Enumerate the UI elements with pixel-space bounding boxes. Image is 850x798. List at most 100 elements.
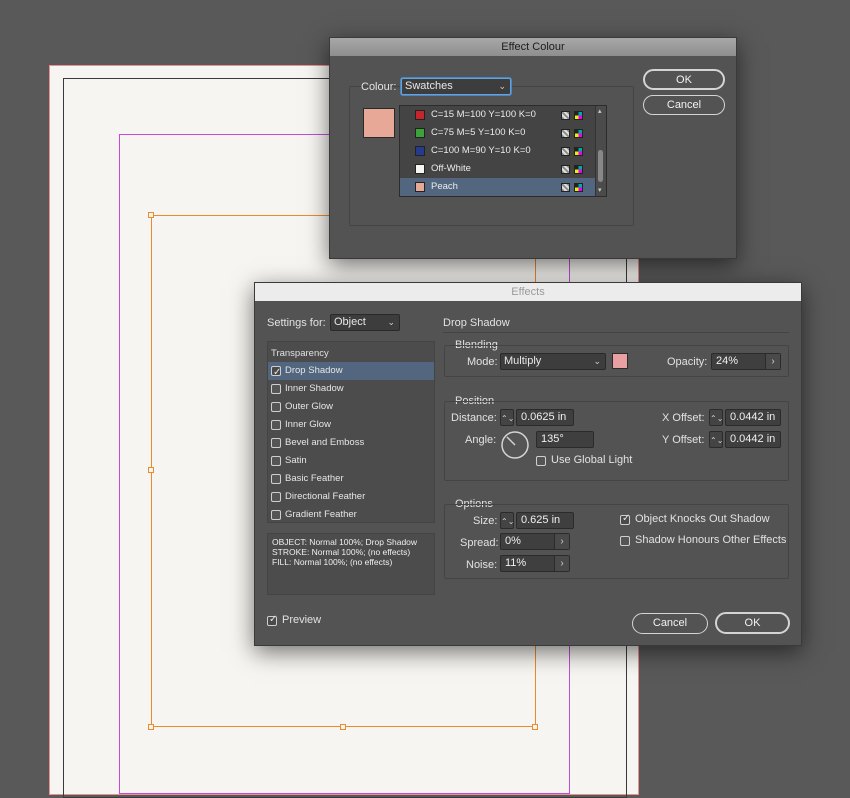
effect-colour-cancel-button[interactable]: Cancel (643, 95, 725, 115)
frame-handle-bottom-left[interactable] (148, 724, 154, 730)
swatch-row[interactable]: Off-White (400, 160, 596, 178)
frame-handle-bottom-middle[interactable] (340, 724, 346, 730)
spread-field[interactable]: 0% › (500, 533, 570, 550)
object-knocks-out-shadow-checkbox[interactable] (620, 513, 630, 525)
colour-source-value: Swatches (405, 80, 453, 92)
effect-item[interactable]: Gradient Feather (268, 506, 434, 524)
noise-label: Noise: (466, 559, 498, 571)
frame-handle-middle-left[interactable] (148, 467, 154, 473)
cmyk-mode-icon (561, 147, 570, 156)
scroll-up-icon[interactable]: ▴ (598, 107, 602, 115)
title-divider (443, 332, 789, 333)
effect-item[interactable]: Drop Shadow (268, 362, 434, 382)
swatch-name: Peach (431, 181, 458, 192)
frame-handle-bottom-right[interactable] (532, 724, 538, 730)
scroll-down-icon[interactable]: ▾ (598, 186, 602, 194)
swatch-chip (415, 182, 425, 192)
effect-colour-ok-button[interactable]: OK (643, 69, 725, 90)
effect-checkbox[interactable] (271, 438, 281, 448)
swatch-list[interactable]: C=15 M=100 Y=100 K=0 C=75 M=5 Y=100 K=0 C=… (399, 105, 607, 197)
y-offset-field[interactable]: 0.0442 in (725, 431, 781, 448)
swatch-scrollbar[interactable]: ▴ ▾ (595, 106, 606, 196)
x-offset-field[interactable]: 0.0442 in (725, 409, 781, 426)
drop-shadow-panel-title: Drop Shadow (443, 317, 510, 329)
process-colour-icon (574, 129, 583, 138)
chevron-down-icon: ⌄ (387, 317, 395, 327)
effect-label: Inner Glow (285, 419, 331, 430)
effect-label: Outer Glow (285, 401, 334, 412)
settings-for-select[interactable]: Object ⌄ (330, 314, 400, 331)
swatch-name: C=15 M=100 Y=100 K=0 (431, 109, 536, 120)
blend-mode-select[interactable]: Multiply ⌄ (500, 353, 606, 370)
frame-handle-top-left[interactable] (148, 212, 154, 218)
y-offset-stepper[interactable]: ⌃⌄ (709, 431, 723, 448)
colour-label: Colour: (361, 81, 397, 93)
shadow-colour-swatch[interactable] (612, 353, 628, 369)
process-colour-icon (574, 147, 583, 156)
effect-label: Directional Feather (285, 491, 366, 502)
effect-checkbox[interactable] (271, 510, 281, 520)
angle-dial[interactable] (500, 430, 530, 460)
scrollbar-thumb[interactable] (598, 150, 603, 182)
settings-for-value: Object (334, 316, 366, 328)
x-offset-label: X Offset: (662, 412, 705, 424)
colour-preview-swatch (363, 108, 395, 138)
use-global-light-checkbox[interactable] (536, 456, 546, 466)
effect-item[interactable]: Inner Glow (268, 416, 434, 434)
effect-checkbox[interactable] (271, 456, 281, 466)
use-global-light-label: Use Global Light (551, 454, 633, 466)
distance-field[interactable]: 0.0625 in (516, 409, 574, 426)
swatch-name: C=75 M=5 Y=100 K=0 (431, 127, 526, 138)
opacity-field[interactable]: 24% › (711, 353, 781, 370)
swatch-row[interactable]: C=75 M=5 Y=100 K=0 (400, 124, 596, 142)
effect-checkbox[interactable] (271, 384, 281, 394)
spread-label: Spread: (460, 537, 499, 549)
summary-stroke: STROKE: Normal 100%; (no effects) (272, 547, 411, 557)
effect-item[interactable]: Inner Shadow (268, 380, 434, 398)
settings-for-label: Settings for: (267, 317, 326, 329)
effect-checkbox[interactable] (271, 420, 281, 430)
cmyk-mode-icon (561, 111, 570, 120)
chevron-right-icon[interactable]: › (554, 556, 569, 571)
effect-item[interactable]: Directional Feather (268, 488, 434, 506)
preview-checkbox[interactable] (267, 614, 277, 626)
swatch-chip (415, 146, 425, 156)
effect-item[interactable]: Satin (268, 452, 434, 470)
effect-label: Inner Shadow (285, 383, 344, 394)
swatch-row[interactable]: Peach (400, 178, 596, 196)
x-offset-stepper[interactable]: ⌃⌄ (709, 409, 723, 426)
preview-label: Preview (282, 614, 322, 626)
effects-cancel-button[interactable]: Cancel (632, 613, 708, 634)
transparency-item[interactable]: Transparency (271, 348, 329, 359)
effect-checkbox[interactable] (271, 492, 281, 502)
process-colour-icon (574, 111, 583, 120)
angle-field[interactable]: 135° (536, 431, 594, 448)
distance-label: Distance: (451, 412, 497, 424)
effects-summary: OBJECT: Normal 100%; Drop Shadow STROKE:… (267, 533, 435, 595)
shadow-honours-other-effects-checkbox[interactable] (620, 536, 630, 546)
summary-object: OBJECT: Normal 100%; Drop Shadow (272, 537, 418, 547)
effect-item[interactable]: Outer Glow (268, 398, 434, 416)
effect-label: Gradient Feather (285, 509, 357, 520)
blend-mode-value: Multiply (504, 355, 542, 367)
swatch-chip (415, 128, 425, 138)
swatch-chip (415, 164, 425, 174)
effect-checkbox[interactable] (271, 402, 281, 412)
swatch-row[interactable]: C=15 M=100 Y=100 K=0 (400, 106, 596, 124)
effects-title: Effects (255, 283, 801, 301)
effect-checkbox[interactable] (271, 474, 281, 484)
effect-item[interactable]: Bevel and Emboss (268, 434, 434, 452)
effect-colour-dialog: Effect Colour Colour: Swatches ⌄ C=15 M=… (329, 37, 737, 259)
distance-stepper[interactable]: ⌃⌄ (500, 409, 514, 426)
effect-label: Satin (285, 455, 307, 466)
chevron-right-icon[interactable]: › (554, 534, 569, 549)
colour-source-select[interactable]: Swatches ⌄ (401, 78, 511, 95)
effects-ok-button[interactable]: OK (715, 612, 790, 634)
swatch-row[interactable]: C=100 M=90 Y=10 K=0 (400, 142, 596, 160)
size-stepper[interactable]: ⌃⌄ (500, 512, 514, 529)
chevron-right-icon[interactable]: › (765, 354, 780, 369)
noise-field[interactable]: 11% › (500, 555, 570, 572)
effect-item[interactable]: Basic Feather (268, 470, 434, 488)
size-field[interactable]: 0.625 in (516, 512, 574, 529)
effect-checkbox[interactable] (271, 364, 281, 382)
